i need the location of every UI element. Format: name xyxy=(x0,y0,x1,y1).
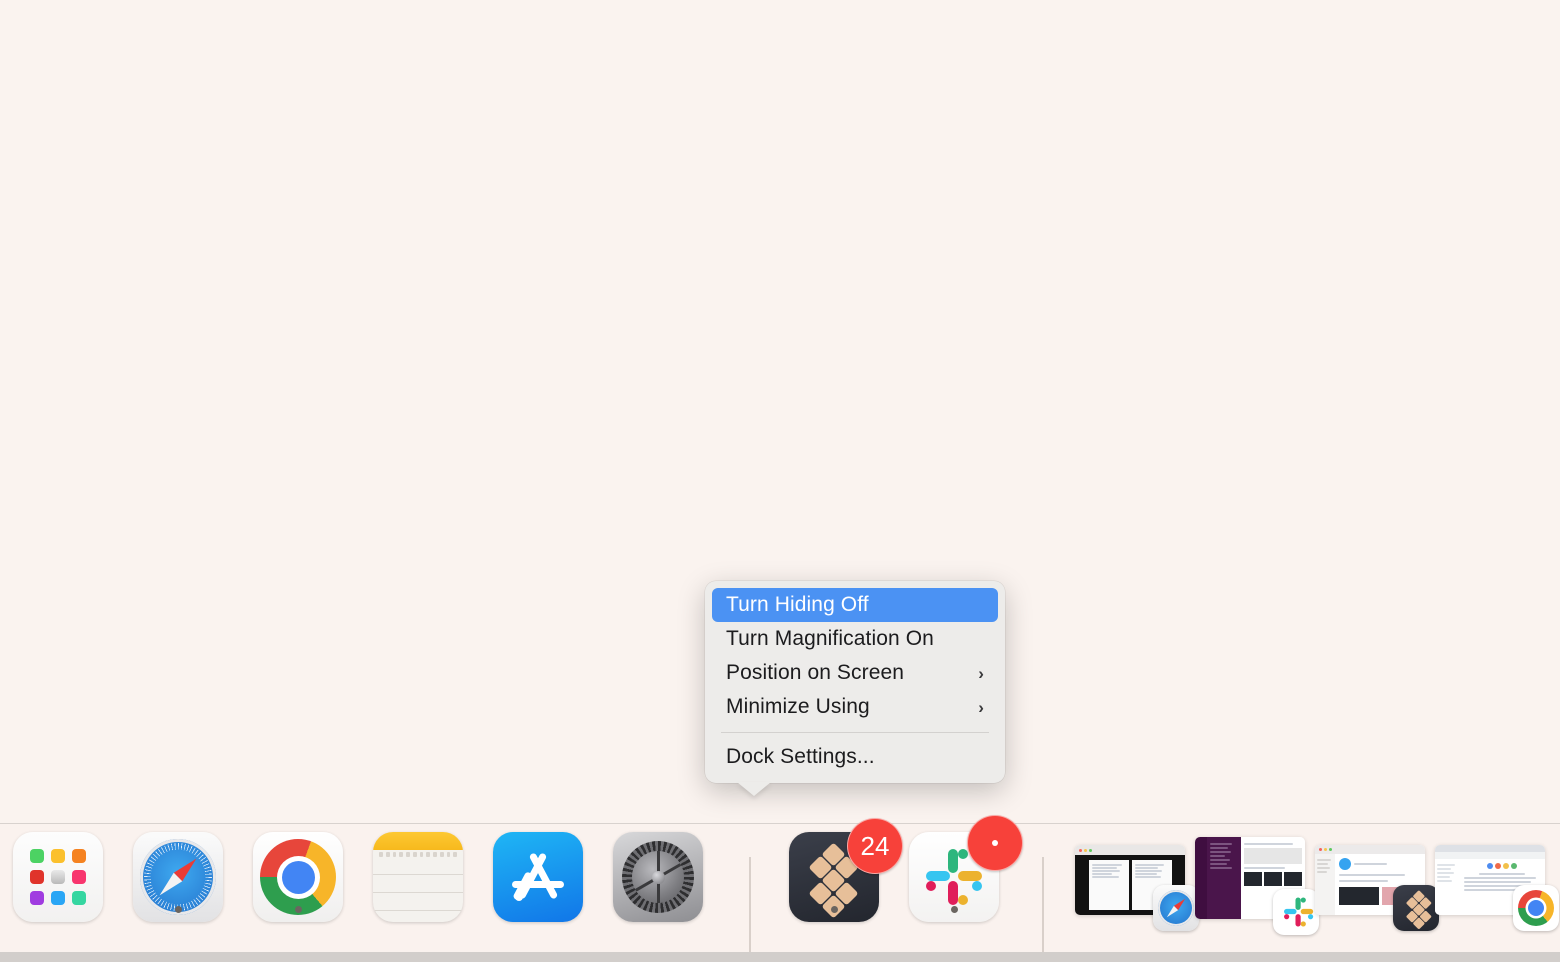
dock-item-setapp[interactable]: 24 xyxy=(789,818,903,922)
running-indicator-dot xyxy=(294,906,302,913)
desktop-background xyxy=(0,0,1560,962)
minimized-window-safari[interactable] xyxy=(1075,845,1199,931)
chevron-right-icon: › xyxy=(978,697,984,717)
chevron-right-icon: › xyxy=(978,663,984,683)
menu-separator xyxy=(721,732,989,733)
dock-item-chrome[interactable] xyxy=(253,832,343,922)
dock-item-launchpad[interactable] xyxy=(13,832,103,922)
menu-item-dock-settings[interactable]: Dock Settings... xyxy=(712,740,998,774)
running-indicator-dot xyxy=(950,906,958,913)
menu-item-label: Turn Magnification On xyxy=(726,627,934,650)
minimized-window-chrome[interactable] xyxy=(1435,845,1559,931)
menu-item-label: Position on Screen xyxy=(726,661,905,684)
menu-item-minimize-using[interactable]: Minimize Using › xyxy=(712,690,998,724)
launchpad-icon xyxy=(13,832,103,922)
dock-item-slack[interactable] xyxy=(909,815,1023,922)
dock-context-menu[interactable]: Turn Hiding Off Turn Magnification On Po… xyxy=(705,581,1005,783)
menu-item-label: Turn Hiding Off xyxy=(726,593,869,616)
slack-badge-dot xyxy=(967,815,1023,871)
dock-separator xyxy=(1042,857,1044,957)
minimized-window-slack[interactable] xyxy=(1195,837,1319,935)
notes-icon xyxy=(373,832,463,922)
dock-bottom-strip xyxy=(0,952,1560,962)
chrome-icon xyxy=(1513,885,1559,931)
menu-item-turn-hiding-off[interactable]: Turn Hiding Off xyxy=(712,588,998,622)
dock-items: 24 xyxy=(0,815,1560,957)
minimized-window-setapp[interactable] xyxy=(1315,845,1439,931)
dock-separator xyxy=(749,857,751,957)
dock-item-app-store[interactable] xyxy=(493,832,583,922)
app-store-icon xyxy=(493,832,583,922)
safari-icon xyxy=(1153,885,1199,931)
slack-icon xyxy=(1273,889,1319,935)
menu-item-label: Minimize Using xyxy=(726,695,870,718)
menu-item-turn-magnification-on[interactable]: Turn Magnification On xyxy=(712,622,998,656)
system-settings-icon xyxy=(613,832,703,922)
dock[interactable]: 24 xyxy=(0,815,1560,957)
dock-item-notes[interactable] xyxy=(373,832,463,922)
dock-item-system-settings[interactable] xyxy=(613,832,703,922)
running-indicator-dot xyxy=(830,906,838,913)
running-indicator-dot xyxy=(174,906,182,913)
menu-item-position-on-screen[interactable]: Position on Screen › xyxy=(712,656,998,690)
dock-item-safari[interactable] xyxy=(133,832,223,922)
setapp-badge-count: 24 xyxy=(847,818,903,874)
menu-item-label: Dock Settings... xyxy=(726,745,875,768)
setapp-icon xyxy=(1393,885,1439,931)
